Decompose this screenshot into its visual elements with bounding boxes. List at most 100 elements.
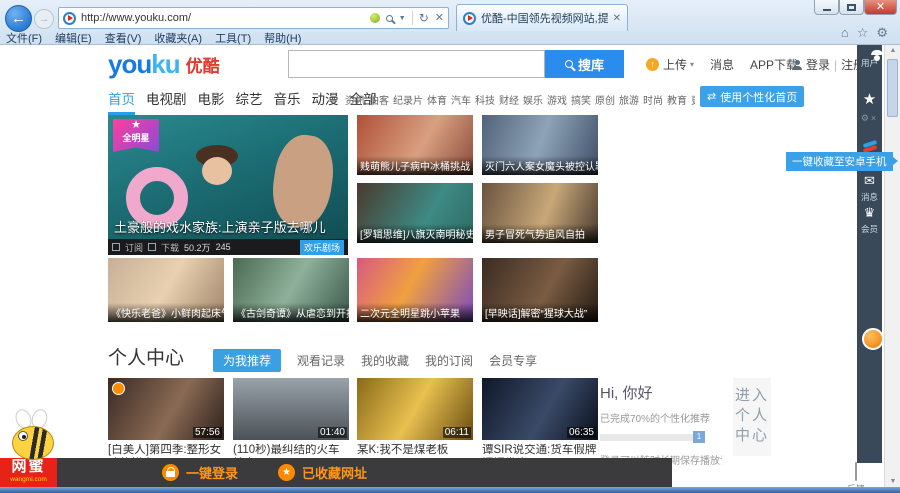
search-icon[interactable]	[386, 15, 393, 22]
tab-title: 优酷-中国领先视频网站,提...	[481, 10, 608, 26]
menu-view[interactable]: 查看(V)	[105, 30, 142, 46]
toolbar-messages-button[interactable]: ✉ 消息	[857, 173, 882, 203]
personalize-homepage-button[interactable]: ⇄ 使用个性化首页	[700, 86, 804, 107]
scroll-up-arrow[interactable]: ▲	[885, 47, 900, 54]
messages-link[interactable]: 消息	[710, 56, 734, 73]
tab-watch-history[interactable]: 观看记录	[297, 352, 345, 369]
subnav-item[interactable]: 体育	[427, 92, 447, 107]
stop-icon[interactable]: ✕	[435, 13, 444, 24]
subnav-item[interactable]: 科技	[475, 92, 495, 107]
toolbar-user-button[interactable]: 用户	[857, 55, 882, 69]
forward-button[interactable]: →	[34, 9, 54, 29]
toolbar-vip-button[interactable]: ♛ 会员	[857, 205, 882, 235]
scroll-down-arrow[interactable]: ▼	[885, 478, 900, 485]
tab-vip[interactable]: 会员专享	[489, 352, 537, 369]
close-button[interactable]: ✕	[864, 0, 897, 15]
subnav-item[interactable]: 游戏	[547, 92, 567, 107]
toolbar-favorites-button[interactable]: ★	[857, 90, 882, 108]
browser-tab[interactable]: 优酷-中国领先视频网站,提... ✕	[456, 4, 628, 31]
chevron-down-icon[interactable]: ▼	[399, 15, 406, 22]
app-download-link[interactable]: APP下载	[750, 56, 798, 73]
address-bar[interactable]: http://www.youku.com/ ▼ ↻ ✕	[58, 7, 449, 29]
swap-icon: ⇄	[707, 90, 716, 103]
personalize-label: 使用个性化首页	[720, 89, 797, 105]
promo-float-icon[interactable]	[862, 328, 884, 350]
minimize-button[interactable]	[814, 0, 839, 15]
menu-edit[interactable]: 编辑(E)	[55, 30, 92, 46]
bookmarked-button[interactable]: ★ 已收藏网址	[278, 463, 367, 482]
download-icon	[148, 243, 156, 251]
featured-thumb[interactable]: 贱萌熊儿子病中冰桶挑战	[357, 115, 473, 175]
wangmi-logo[interactable]: 网蜜 wangmi.com	[0, 458, 57, 487]
menu-tools[interactable]: 工具(T)	[215, 30, 251, 46]
main-nav: 首页 电视剧 电影 综艺 音乐 动漫 全部	[108, 88, 377, 115]
close-icon: ×	[871, 113, 878, 123]
subnav-item[interactable]: 纪录片	[393, 92, 423, 107]
subnav-item[interactable]: 时尚	[643, 92, 663, 107]
search-button[interactable]: 搜库	[545, 50, 624, 78]
hero-tag-chip[interactable]: 欢乐剧场	[300, 240, 344, 255]
tab-close-icon[interactable]: ✕	[613, 13, 621, 24]
send-to-phone-tooltip[interactable]: 一键收藏至安卓手机	[786, 152, 893, 171]
featured-thumb[interactable]: [早映话]解密“猩球大战”	[482, 258, 598, 322]
subnav-item[interactable]: 汽车	[451, 92, 471, 107]
subnav-item[interactable]: 资讯	[345, 92, 365, 107]
maximize-button[interactable]	[839, 0, 864, 15]
quick-login-button[interactable]: 一键登录	[162, 463, 238, 482]
url-text[interactable]: http://www.youku.com/	[81, 12, 370, 24]
scrollbar[interactable]: ▲ ▼	[884, 45, 900, 487]
browser-chrome: ✕ ← → http://www.youku.com/ ▼ ↻ ✕ 优酷-中国领…	[0, 0, 900, 45]
thumb-caption: 《快乐老爸》小鲜肉起床气	[108, 303, 224, 322]
login-link[interactable]: 登录	[806, 56, 830, 73]
search-input[interactable]	[288, 50, 545, 78]
subnav-item[interactable]: 原创	[595, 92, 615, 107]
toolbar-settings-row[interactable]: ⚙×	[857, 113, 882, 124]
search-button-label: 搜库	[578, 55, 604, 74]
subnav-item[interactable]: 教育	[667, 92, 687, 107]
personal-center-title: 个人中心	[108, 343, 184, 370]
scrollbar-thumb[interactable]	[887, 59, 898, 117]
menu-favorites[interactable]: 收藏夹(A)	[154, 30, 202, 46]
toolbar-client-button[interactable]	[857, 141, 882, 152]
back-button[interactable]: ←	[5, 5, 32, 32]
nav-item-variety[interactable]: 综艺	[236, 88, 263, 115]
nav-item-music[interactable]: 音乐	[274, 88, 301, 115]
enter-personal-center-button[interactable]: 进入个人中心	[733, 378, 771, 456]
settings-gear-icon[interactable]: ⚙	[876, 25, 888, 41]
subnav-item[interactable]: 拍客	[369, 92, 389, 107]
nav-item-anime[interactable]: 动漫	[312, 88, 339, 115]
youku-logo[interactable]: youku 优酷	[108, 51, 220, 77]
tab-subscriptions[interactable]: 我的订阅	[425, 352, 473, 369]
tab-recommended[interactable]: 为我推荐	[213, 349, 281, 372]
crown-icon: ♛	[864, 205, 876, 220]
nav-item-home[interactable]: 首页	[108, 88, 135, 115]
star-icon: ★	[113, 119, 159, 131]
featured-thumb[interactable]: [罗辑思维]八旗灭南明秘史	[357, 183, 473, 243]
tab-favorites[interactable]: 我的收藏	[361, 352, 409, 369]
upload-link[interactable]: ↑ 上传 ▾	[646, 56, 694, 73]
hero-video[interactable]: ★ 全明星 土豪般的戏水家族:上演亲子版去哪儿 订阅 下载 50.2万 245 …	[108, 115, 348, 255]
menu-file[interactable]: 文件(F)	[6, 30, 42, 46]
subscribe-label[interactable]: 订阅	[125, 241, 143, 254]
compatibility-icon[interactable]	[370, 13, 380, 23]
nav-item-movies[interactable]: 电影	[198, 88, 225, 115]
featured-thumb[interactable]: 《古剑奇谭》从虐恋到开挂	[233, 258, 349, 322]
subnav-item[interactable]: 更多	[691, 92, 695, 107]
featured-thumb[interactable]: 二次元全明星跳小苹果	[357, 258, 473, 322]
subnav-item[interactable]: 财经	[499, 92, 519, 107]
subnav-item[interactable]: 搞笑	[571, 92, 591, 107]
child-figure-graphic	[202, 157, 232, 185]
home-icon[interactable]: ⌂	[841, 25, 849, 41]
thumb-caption: 贱萌熊儿子病中冰桶挑战	[357, 156, 473, 175]
download-label[interactable]: 下载	[161, 241, 179, 254]
favorites-star-icon[interactable]: ☆	[857, 25, 869, 41]
bee-mascot[interactable]	[8, 409, 60, 460]
featured-thumb[interactable]: 灭门六人案女魔头被控认罪	[482, 115, 598, 175]
subnav-item[interactable]: 娱乐	[523, 92, 543, 107]
featured-thumb[interactable]: 男子冒死气势追风自拍	[482, 183, 598, 243]
subnav-item[interactable]: 旅游	[619, 92, 639, 107]
nav-item-tv[interactable]: 电视剧	[146, 88, 187, 115]
featured-thumb[interactable]: 《快乐老爸》小鲜肉起床气	[108, 258, 224, 322]
menu-help[interactable]: 帮助(H)	[264, 30, 301, 46]
refresh-icon[interactable]: ↻	[419, 12, 429, 24]
